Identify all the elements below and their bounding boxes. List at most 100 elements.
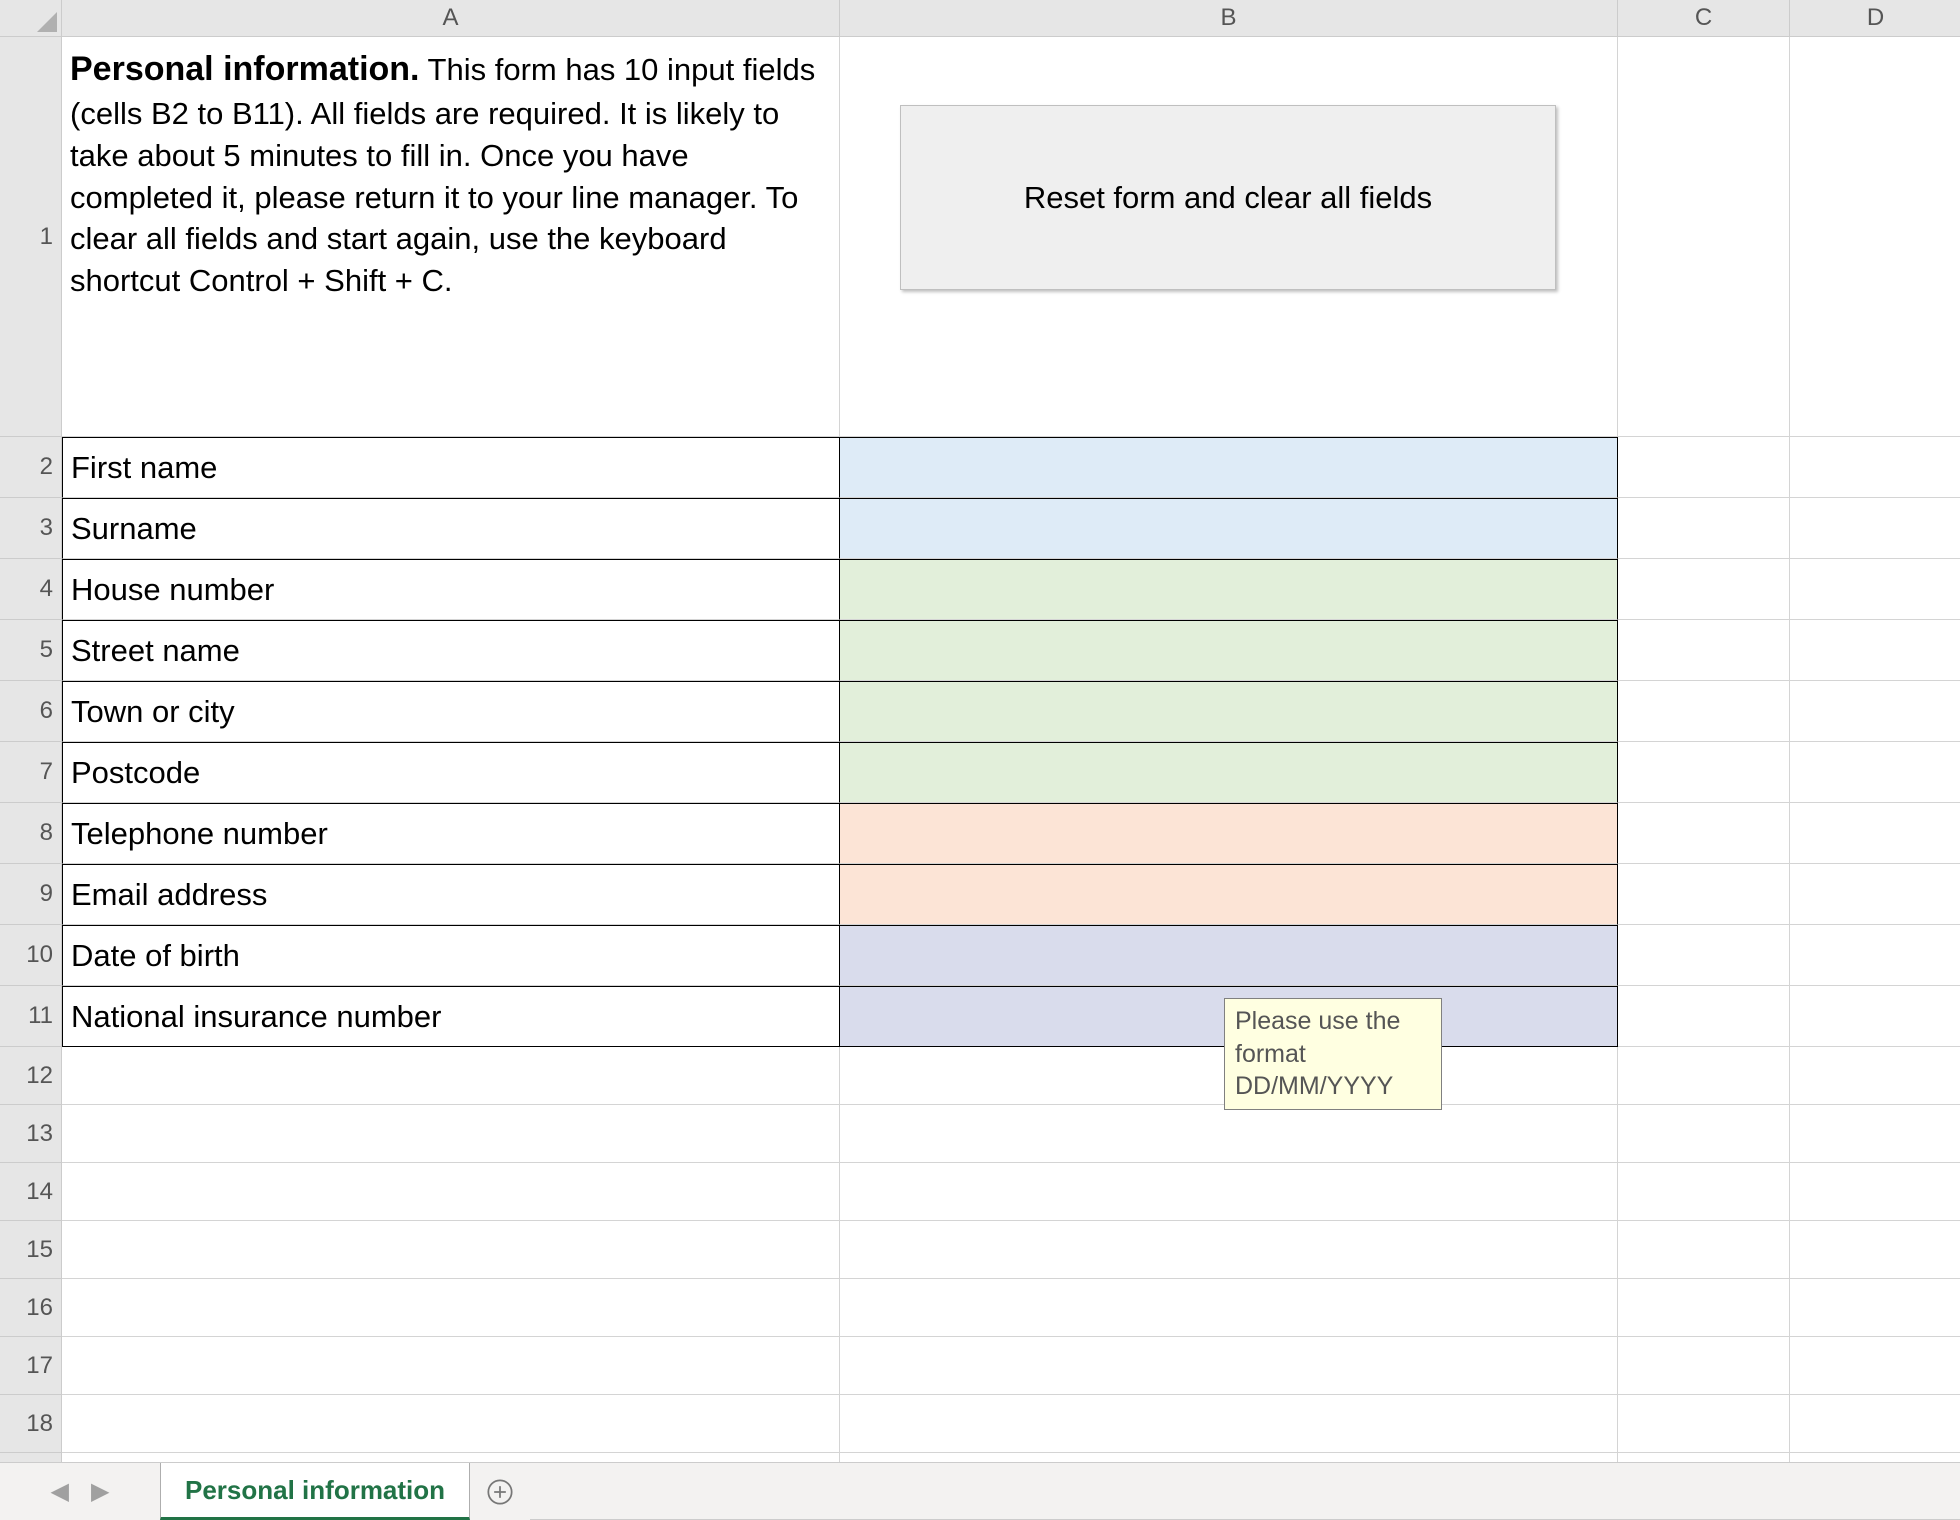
cell-A14[interactable] — [62, 1163, 840, 1221]
cell-B5[interactable] — [840, 620, 1618, 681]
cell-C11[interactable] — [1618, 986, 1790, 1047]
cell-A1[interactable]: Personal information. This form has 10 i… — [62, 37, 840, 437]
cell-D3[interactable] — [1790, 498, 1960, 559]
cell-C1[interactable] — [1618, 37, 1790, 437]
cell-B8[interactable] — [840, 803, 1618, 864]
cell-C13[interactable] — [1618, 1105, 1790, 1163]
cell-A2[interactable]: First name — [62, 437, 840, 498]
column-header-C[interactable]: C — [1618, 0, 1790, 37]
cell-C8[interactable] — [1618, 803, 1790, 864]
cell-A15[interactable] — [62, 1221, 840, 1279]
cell-B6[interactable] — [840, 681, 1618, 742]
row-header-9[interactable]: 9 — [0, 864, 62, 925]
sheet-nav-next-icon[interactable]: ▶ — [91, 1477, 109, 1506]
cell-A12[interactable] — [62, 1047, 840, 1105]
cell-D11[interactable] — [1790, 986, 1960, 1047]
row-header-5[interactable]: 5 — [0, 620, 62, 681]
cell-D9[interactable] — [1790, 864, 1960, 925]
cell-D5[interactable] — [1790, 620, 1960, 681]
cell-D1[interactable] — [1790, 37, 1960, 437]
cell-C15[interactable] — [1618, 1221, 1790, 1279]
cell-A16[interactable] — [62, 1279, 840, 1337]
cell-C3[interactable] — [1618, 498, 1790, 559]
cell-D6[interactable] — [1790, 681, 1960, 742]
cell-A5[interactable]: Street name — [62, 620, 840, 681]
add-sheet-button[interactable] — [470, 1463, 530, 1520]
cell-B13[interactable] — [840, 1105, 1618, 1163]
cell-B10[interactable] — [840, 925, 1618, 986]
cell-B17[interactable] — [840, 1337, 1618, 1395]
cell-B14[interactable] — [840, 1163, 1618, 1221]
cell-C14[interactable] — [1618, 1163, 1790, 1221]
cell-C10[interactable] — [1618, 925, 1790, 986]
row-header-6[interactable]: 6 — [0, 681, 62, 742]
cell-B4[interactable] — [840, 559, 1618, 620]
cell-A4[interactable]: House number — [62, 559, 840, 620]
cell-A13[interactable] — [62, 1105, 840, 1163]
cell-D14[interactable] — [1790, 1163, 1960, 1221]
cell-D4[interactable] — [1790, 559, 1960, 620]
row-header-8[interactable]: 8 — [0, 803, 62, 864]
row-header-16[interactable]: 16 — [0, 1279, 62, 1337]
row-header-4[interactable]: 4 — [0, 559, 62, 620]
cell-D7[interactable] — [1790, 742, 1960, 803]
cell-B7[interactable] — [840, 742, 1618, 803]
row-header-18[interactable]: 18 — [0, 1395, 62, 1453]
cell-A11[interactable]: National insurance number — [62, 986, 840, 1047]
reset-form-button[interactable]: Reset form and clear all fields — [900, 105, 1556, 290]
cell-D12[interactable] — [1790, 1047, 1960, 1105]
cell-C9[interactable] — [1618, 864, 1790, 925]
cell-D18[interactable] — [1790, 1395, 1960, 1453]
cell-C18[interactable] — [1618, 1395, 1790, 1453]
cell-D2[interactable] — [1790, 437, 1960, 498]
cell-B2[interactable] — [840, 437, 1618, 498]
cell-C12[interactable] — [1618, 1047, 1790, 1105]
row-header-2[interactable]: 2 — [0, 437, 62, 498]
row-header-12[interactable]: 12 — [0, 1047, 62, 1105]
sheet-nav-prev-icon[interactable]: ◀ — [51, 1477, 69, 1506]
cell-C5[interactable] — [1618, 620, 1790, 681]
column-header-D[interactable]: D — [1790, 0, 1960, 37]
cell-B3[interactable] — [840, 498, 1618, 559]
row-header-1[interactable]: 1 — [0, 37, 62, 437]
row-header-10[interactable]: 10 — [0, 925, 62, 986]
row-header-7[interactable]: 7 — [0, 742, 62, 803]
form-label: Date of birth — [71, 938, 240, 974]
cell-C4[interactable] — [1618, 559, 1790, 620]
row-header-15[interactable]: 15 — [0, 1221, 62, 1279]
cell-A6[interactable]: Town or city — [62, 681, 840, 742]
cell-D16[interactable] — [1790, 1279, 1960, 1337]
cell-D15[interactable] — [1790, 1221, 1960, 1279]
cell-D8[interactable] — [1790, 803, 1960, 864]
cell-A17[interactable] — [62, 1337, 840, 1395]
cell-C17[interactable] — [1618, 1337, 1790, 1395]
cell-D17[interactable] — [1790, 1337, 1960, 1395]
cell-A3[interactable]: Surname — [62, 498, 840, 559]
cell-C6[interactable] — [1618, 681, 1790, 742]
cell-A7[interactable]: Postcode — [62, 742, 840, 803]
tabbar-fill — [530, 1463, 1960, 1520]
cell-A18[interactable] — [62, 1395, 840, 1453]
column-header-A[interactable]: A — [62, 0, 840, 37]
cell-D13[interactable] — [1790, 1105, 1960, 1163]
row-header-14[interactable]: 14 — [0, 1163, 62, 1221]
cell-B18[interactable] — [840, 1395, 1618, 1453]
sheet-tab-active[interactable]: Personal information — [160, 1463, 470, 1520]
cell-A8[interactable]: Telephone number — [62, 803, 840, 864]
cell-B9[interactable] — [840, 864, 1618, 925]
column-header-B[interactable]: B — [840, 0, 1618, 37]
cell-C7[interactable] — [1618, 742, 1790, 803]
row-header-3[interactable]: 3 — [0, 498, 62, 559]
row-header-11[interactable]: 11 — [0, 986, 62, 1047]
cell-D10[interactable] — [1790, 925, 1960, 986]
cell-A10[interactable]: Date of birth — [62, 925, 840, 986]
row-header-13[interactable]: 13 — [0, 1105, 62, 1163]
cell-C2[interactable] — [1618, 437, 1790, 498]
cell-B16[interactable] — [840, 1279, 1618, 1337]
cell-C16[interactable] — [1618, 1279, 1790, 1337]
row-header-17[interactable]: 17 — [0, 1337, 62, 1395]
cell-B15[interactable] — [840, 1221, 1618, 1279]
cell-A9[interactable]: Email address — [62, 864, 840, 925]
form-label: First name — [71, 450, 217, 486]
select-all-corner[interactable] — [0, 0, 62, 37]
